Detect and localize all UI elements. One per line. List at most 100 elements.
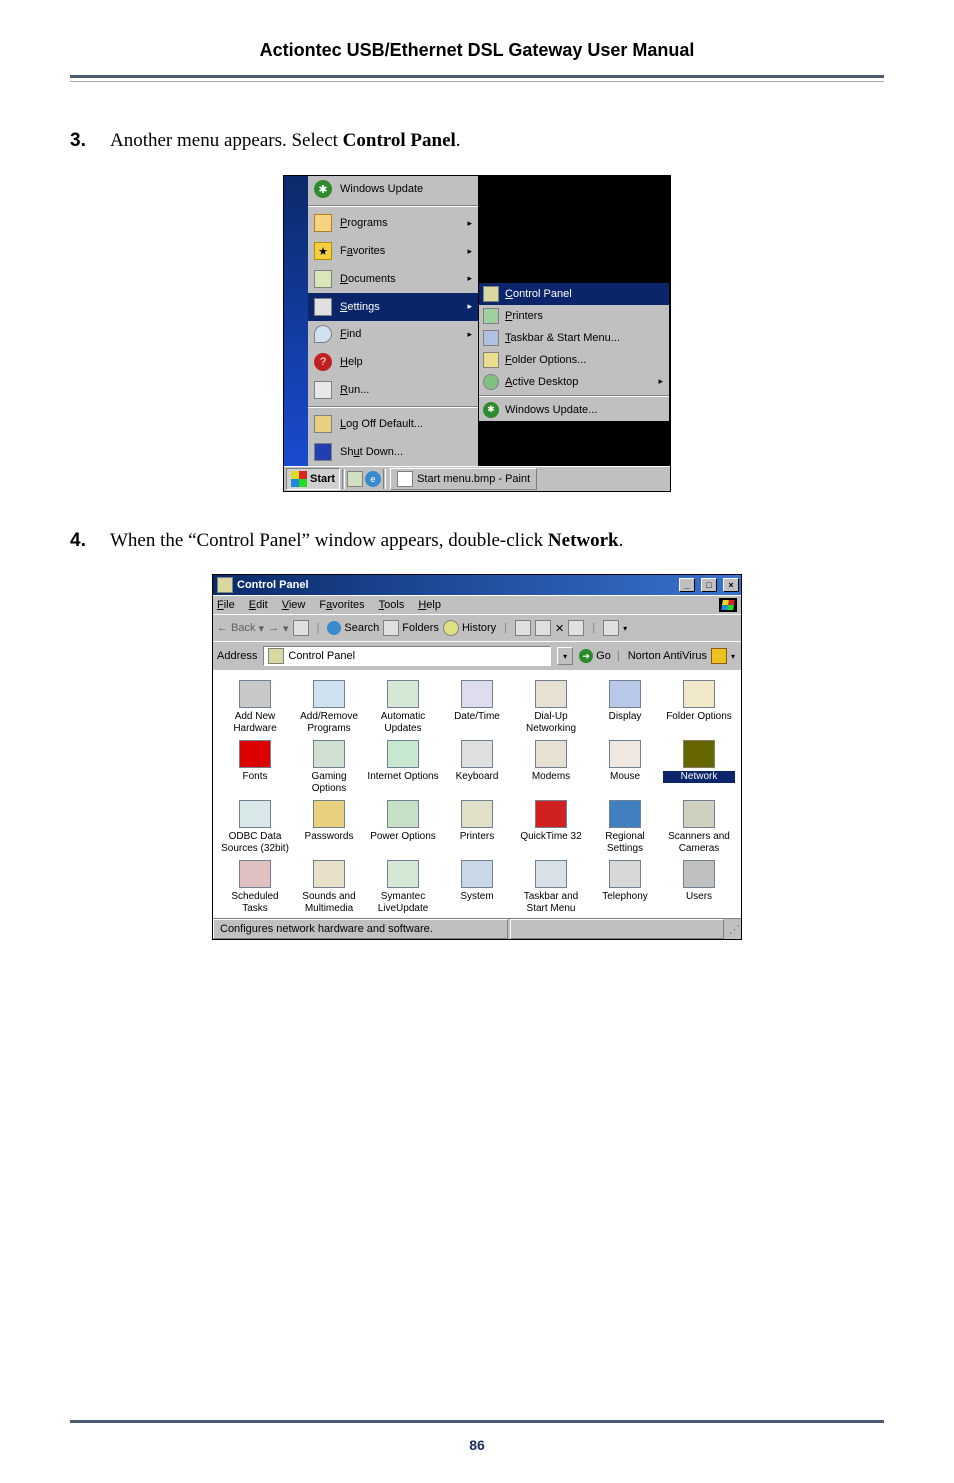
title-bar[interactable]: Control Panel _ □ × bbox=[213, 575, 741, 595]
start-menu-windows-update[interactable]: ✱ Windows Update bbox=[308, 176, 478, 204]
cp-item-rg[interactable]: Regional Settings bbox=[589, 800, 661, 854]
start-menu-shutdown-label: Shut Down... bbox=[340, 446, 403, 458]
quicklaunch-desktop-icon[interactable] bbox=[347, 471, 363, 487]
taskbar-task-paint[interactable]: Start menu.bmp - Paint bbox=[390, 468, 537, 490]
toolbar-delete-icon[interactable]: ✕ bbox=[555, 622, 564, 635]
cp-item-ms[interactable]: Mouse bbox=[589, 740, 661, 794]
cp-item-dt[interactable]: Date/Time bbox=[441, 680, 513, 734]
cp-item-dn[interactable]: Dial-Up Networking bbox=[515, 680, 587, 734]
cp-item-label: ODBC Data Sources (32bit) bbox=[219, 831, 291, 854]
menu-edit[interactable]: Edit bbox=[249, 599, 268, 611]
go-button[interactable]: ➔ Go bbox=[579, 649, 611, 663]
cp-item-od[interactable]: ODBC Data Sources (32bit) bbox=[219, 800, 291, 854]
toolbar-search[interactable]: Search bbox=[327, 621, 379, 635]
cp-item-pr[interactable]: Printers bbox=[441, 800, 513, 854]
toolbar-forward-dd[interactable]: ▾ bbox=[283, 622, 289, 635]
cp-item-po[interactable]: Power Options bbox=[367, 800, 439, 854]
address-dropdown[interactable]: ▾ bbox=[557, 647, 573, 665]
start-menu-find-label: Find bbox=[340, 328, 361, 340]
close-button[interactable]: × bbox=[723, 578, 739, 592]
start-menu-programs[interactable]: Programs ▸ bbox=[308, 209, 478, 237]
toolbar-history[interactable]: History bbox=[443, 620, 496, 636]
menu-help[interactable]: Help bbox=[418, 599, 441, 611]
cp-item-qt[interactable]: QuickTime 32 bbox=[515, 800, 587, 854]
cp-item-mo[interactable]: Modems bbox=[515, 740, 587, 794]
step-4: 4. When the “Control Panel” window appea… bbox=[70, 527, 884, 555]
cp-item-tp[interactable]: Telephony bbox=[589, 860, 661, 914]
start-button[interactable]: Start bbox=[286, 468, 340, 490]
start-menu-settings[interactable]: Settings ▸ bbox=[308, 293, 478, 321]
submenu-control-panel[interactable]: Control Panel bbox=[479, 283, 669, 305]
cp-item-io[interactable]: Internet Options bbox=[367, 740, 439, 794]
start-menu-help[interactable]: ? Help bbox=[308, 348, 478, 376]
cp-item-label: Modems bbox=[515, 771, 587, 783]
cp-item-label: Add New Hardware bbox=[219, 711, 291, 734]
tp-icon bbox=[609, 860, 641, 888]
menu-favorites[interactable]: Favorites bbox=[319, 599, 364, 611]
maximize-button[interactable]: □ bbox=[701, 578, 717, 592]
toolbar-copyto-icon[interactable] bbox=[535, 620, 551, 636]
quicklaunch-ie-icon[interactable]: e bbox=[365, 471, 381, 487]
toolbar-up-icon[interactable] bbox=[293, 620, 309, 636]
cp-item-fn[interactable]: Fonts bbox=[219, 740, 291, 794]
toolbar-folders[interactable]: Folders bbox=[383, 620, 439, 636]
norton-segment[interactable]: Norton AntiVirus ▾ bbox=[626, 648, 737, 664]
toolbar-views-dd[interactable]: ▾ bbox=[623, 624, 627, 633]
screenshot-control-panel: Control Panel _ □ × File Edit View Favor… bbox=[212, 574, 742, 940]
history-icon bbox=[443, 620, 459, 636]
start-menu-windows-update-label: Windows Update bbox=[340, 183, 423, 195]
submenu-active-desktop[interactable]: Active Desktop ▸ bbox=[479, 371, 669, 393]
cp-item-hw[interactable]: Add New Hardware bbox=[219, 680, 291, 734]
cp-item-st[interactable]: Scheduled Tasks bbox=[219, 860, 291, 914]
cp-item-sc[interactable]: Scanners and Cameras bbox=[663, 800, 735, 854]
start-menu-run[interactable]: Run... bbox=[308, 376, 478, 404]
window-title: Control Panel bbox=[237, 579, 309, 591]
norton-label: Norton AntiVirus bbox=[628, 650, 707, 662]
toolbar-back[interactable]: ← Back ▾ bbox=[217, 622, 264, 635]
menu-view[interactable]: View bbox=[282, 599, 306, 611]
cp-item-sy[interactable]: Symantec LiveUpdate bbox=[367, 860, 439, 914]
address-field[interactable]: Control Panel bbox=[263, 646, 551, 666]
cp-item-nw[interactable]: Network bbox=[663, 740, 735, 794]
menu-tools[interactable]: Tools bbox=[379, 599, 405, 611]
start-menu-documents[interactable]: Documents ▸ bbox=[308, 265, 478, 293]
start-menu-find[interactable]: Find ▸ bbox=[308, 321, 478, 349]
cp-item-label: System bbox=[441, 891, 513, 903]
start-menu-shutdown[interactable]: Shut Down... bbox=[308, 438, 478, 466]
start-menu-favorites-label: Favorites bbox=[340, 245, 385, 257]
menu-file[interactable]: File bbox=[217, 599, 235, 611]
cp-item-label: Sounds and Multimedia bbox=[293, 891, 365, 914]
fn-icon bbox=[239, 740, 271, 768]
submenu-taskbar[interactable]: Taskbar & Start Menu... bbox=[479, 327, 669, 349]
cp-item-kb[interactable]: Keyboard bbox=[441, 740, 513, 794]
start-menu-logoff[interactable]: Log Off Default... bbox=[308, 410, 478, 438]
cp-item-label: Scheduled Tasks bbox=[219, 891, 291, 914]
cp-item-sv[interactable]: System bbox=[441, 860, 513, 914]
start-menu-favorites[interactable]: ★ Favorites ▸ bbox=[308, 237, 478, 265]
toolbar-forward[interactable]: → bbox=[268, 622, 279, 634]
cp-item-ts[interactable]: Taskbar and Start Menu bbox=[515, 860, 587, 914]
start-menu-documents-label: Documents bbox=[340, 273, 396, 285]
cp-item-pw[interactable]: Passwords bbox=[293, 800, 365, 854]
cp-item-label: Network bbox=[663, 771, 735, 783]
submenu-folder-options[interactable]: Folder Options... bbox=[479, 349, 669, 371]
step-3-post: . bbox=[456, 130, 461, 151]
cp-item-au[interactable]: Automatic Updates bbox=[367, 680, 439, 734]
step-3-pre: Another menu appears. Select bbox=[110, 130, 343, 151]
start-menu-help-label: Help bbox=[340, 356, 363, 368]
toolbar-moveto-icon[interactable] bbox=[515, 620, 531, 636]
toolbar-views-icon[interactable] bbox=[603, 620, 619, 636]
resize-grip-icon[interactable]: ⋰ bbox=[726, 923, 741, 936]
submenu-windows-update[interactable]: ✱ Windows Update... bbox=[479, 399, 669, 421]
step-3-bold: Control Panel bbox=[343, 130, 456, 151]
cp-item-us[interactable]: Users bbox=[663, 860, 735, 914]
cp-item-fo[interactable]: Folder Options bbox=[663, 680, 735, 734]
cp-item-sm[interactable]: Sounds and Multimedia bbox=[293, 860, 365, 914]
minimize-button[interactable]: _ bbox=[679, 578, 695, 592]
cp-item-dp[interactable]: Display bbox=[589, 680, 661, 734]
cp-item-gm[interactable]: Gaming Options bbox=[293, 740, 365, 794]
cp-item-ar[interactable]: Add/Remove Programs bbox=[293, 680, 365, 734]
step-3-number: 3. bbox=[70, 127, 110, 155]
submenu-printers[interactable]: Printers bbox=[479, 305, 669, 327]
toolbar-undo-icon[interactable] bbox=[568, 620, 584, 636]
